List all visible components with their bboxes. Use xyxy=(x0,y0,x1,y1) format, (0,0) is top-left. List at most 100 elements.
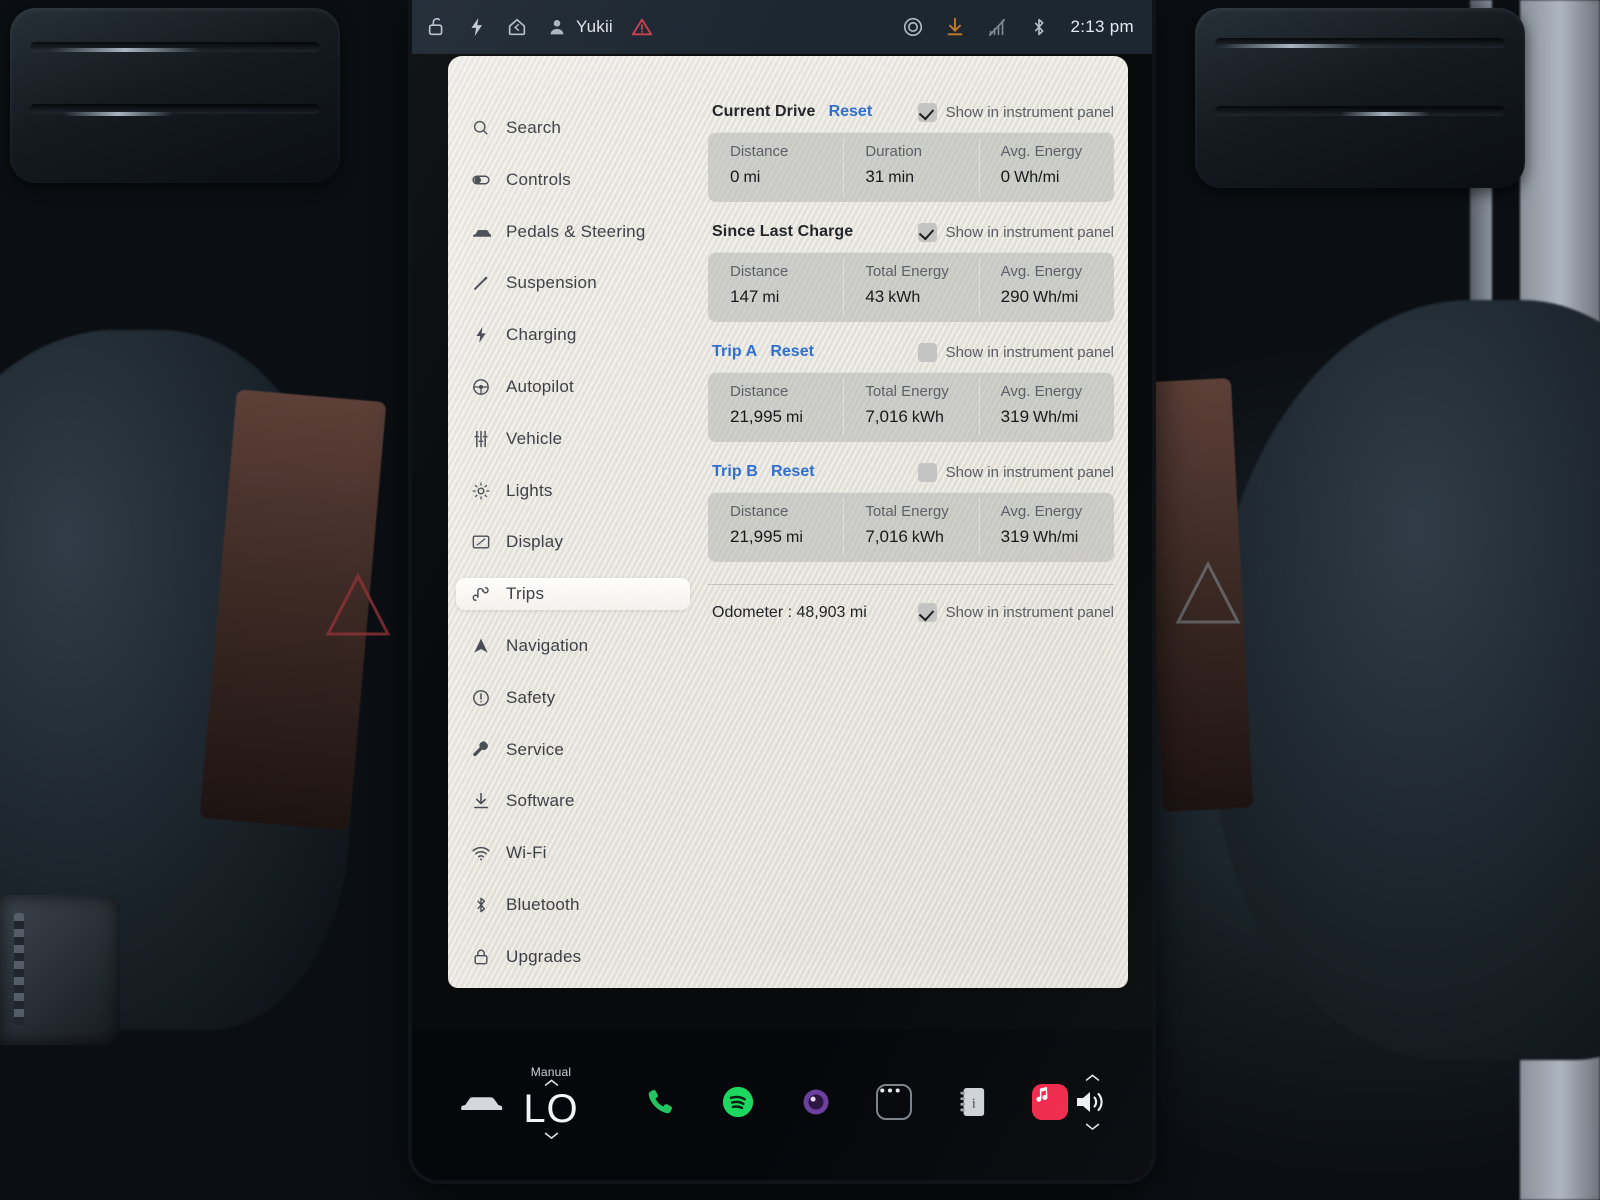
stat-label: Distance xyxy=(730,143,789,160)
reset-button[interactable]: Reset xyxy=(771,463,815,481)
trips-icon xyxy=(470,583,492,605)
more-apps-button[interactable] xyxy=(872,1080,916,1124)
sidebar-item-label: Controls xyxy=(506,169,571,189)
music-app-button[interactable] xyxy=(1028,1080,1072,1124)
stat-unit: Wh/mi xyxy=(1033,289,1079,306)
phone-app-button[interactable] xyxy=(638,1080,682,1124)
warning-triangle-icon[interactable] xyxy=(631,16,653,38)
stat-value: 7,016 kWh xyxy=(865,527,962,547)
car-icon xyxy=(461,1097,503,1110)
sidebar-item-safety[interactable]: Safety xyxy=(456,682,690,714)
stat-unit: kWh xyxy=(888,289,921,306)
sidebar-item-wi-fi[interactable]: Wi-Fi xyxy=(456,837,690,869)
stat-value: 319 Wh/mi xyxy=(1001,407,1098,427)
stat-label: Total Energy xyxy=(865,383,949,400)
sidebar-item-suspension[interactable]: Suspension xyxy=(456,267,690,299)
reset-button[interactable]: Reset xyxy=(829,103,873,121)
dock-bar[interactable]: Manual LO i xyxy=(412,1030,1152,1180)
sidebar-item-pedals-steering[interactable]: Pedals & Steering xyxy=(456,216,690,248)
dashcam-app-button[interactable] xyxy=(794,1080,838,1124)
sidebar-item-bluetooth[interactable]: Bluetooth xyxy=(456,889,690,921)
sidebar-item-navigation[interactable]: Navigation xyxy=(456,630,690,662)
odometer-show-in-panel-toggle[interactable]: Show in instrument panel xyxy=(917,603,1114,622)
stat-cell: Distance 0 mi xyxy=(708,132,843,202)
climate-control-button[interactable]: Manual LO xyxy=(506,1065,596,1140)
sidebar-item-charging[interactable]: Charging xyxy=(456,319,690,351)
sidebar-item-software[interactable]: Software xyxy=(456,785,690,817)
unlock-icon[interactable] xyxy=(426,16,448,38)
stat-unit: kWh xyxy=(911,409,944,426)
stat-value: 0 mi xyxy=(730,167,827,187)
bluetooth-icon[interactable] xyxy=(1028,16,1050,38)
sidebar-item-autopilot[interactable]: Autopilot xyxy=(456,371,690,403)
show-in-instrument-panel-toggle[interactable]: Show in instrument panel xyxy=(917,342,1114,362)
sidebar-item-label: Display xyxy=(506,532,564,552)
sidebar-item-controls[interactable]: Controls xyxy=(456,164,690,196)
stat-number: 319 xyxy=(1000,407,1030,426)
section-title[interactable]: Trip A xyxy=(712,343,757,361)
profile-button[interactable]: Yukii xyxy=(546,16,613,38)
stat-value: 147 mi xyxy=(730,287,827,307)
section-since-last-charge: Since Last Charge Show in instrument pane… xyxy=(708,220,1114,322)
sidebar-item-trips[interactable]: Trips xyxy=(456,578,690,611)
stat-cell: Distance 21,995 mi xyxy=(708,492,843,562)
spotify-icon xyxy=(722,1086,754,1118)
media-card-app-button[interactable]: i xyxy=(950,1080,994,1124)
reset-button[interactable]: Reset xyxy=(770,343,814,361)
show-in-instrument-panel-toggle[interactable]: Show in instrument panel xyxy=(917,102,1114,122)
volume-control[interactable] xyxy=(1072,1073,1112,1131)
volume-down-chevron-icon[interactable] xyxy=(1084,1122,1101,1131)
show-in-instrument-panel-toggle[interactable]: Show in instrument panel xyxy=(917,222,1114,242)
settings-sidebar[interactable]: Search Controls Pedals & Steering Suspensio… xyxy=(448,56,698,988)
bolt-icon[interactable] xyxy=(466,16,488,38)
stat-cell: Total Energy 43 kWh xyxy=(843,252,978,322)
checkbox-icon[interactable] xyxy=(917,102,937,122)
lock-icon xyxy=(470,946,492,968)
chevron-up-icon[interactable] xyxy=(543,1078,560,1087)
section-title[interactable]: Trip B xyxy=(712,463,758,481)
volume-icon[interactable] xyxy=(1072,1087,1112,1117)
tesla-touchscreen[interactable]: Yukii 2:13 pm Search Controls Pedals & S… xyxy=(412,0,1152,1180)
sidebar-item-upgrades[interactable]: Upgrades xyxy=(456,941,690,973)
recording-circle-icon[interactable] xyxy=(902,16,924,38)
chevron-down-icon[interactable] xyxy=(543,1131,560,1140)
checkbox-icon[interactable] xyxy=(917,222,937,242)
cellular-off-icon[interactable] xyxy=(986,16,1008,38)
media-card-icon: i xyxy=(960,1088,985,1116)
stat-number: 0 xyxy=(1000,167,1011,186)
stat-cell: Total Energy 7,016 kWh xyxy=(843,372,978,442)
download-icon[interactable] xyxy=(944,16,966,38)
sidebar-item-lights[interactable]: Lights xyxy=(456,475,690,507)
person-icon xyxy=(550,20,564,35)
sidebar-item-label: Pedals & Steering xyxy=(506,221,646,241)
dashcam-icon xyxy=(803,1089,829,1115)
stat-label: Distance xyxy=(730,503,789,520)
door-sill-left xyxy=(0,895,120,1045)
wifi-icon xyxy=(470,842,492,864)
checkbox-icon[interactable] xyxy=(917,342,937,362)
stat-value: 43 kWh xyxy=(865,287,962,307)
volume-up-chevron-icon[interactable] xyxy=(1084,1073,1101,1082)
stat-label: Avg. Energy xyxy=(1000,143,1083,160)
sidebar-item-vehicle[interactable]: Vehicle xyxy=(456,423,690,455)
stat-unit: mi xyxy=(762,289,780,306)
sidebar-item-label: Search xyxy=(506,118,562,137)
stats-row: Distance 0 mi Duration 31 min Avg. Energy 0 Wh/m… xyxy=(708,132,1114,202)
checkbox-icon[interactable] xyxy=(917,603,937,622)
climate-mode-label: Manual xyxy=(530,1064,572,1079)
sidebar-item-label: Trips xyxy=(506,584,545,604)
stat-cell: Distance 147 mi xyxy=(708,252,843,322)
stat-label: Distance xyxy=(730,383,789,400)
spotify-app-button[interactable] xyxy=(716,1080,760,1124)
checkbox-icon[interactable] xyxy=(917,462,937,482)
home-icon[interactable] xyxy=(506,16,528,38)
sidebar-item-display[interactable]: Display xyxy=(456,526,690,558)
toggle-label: Show in instrument panel xyxy=(945,223,1114,241)
show-in-instrument-panel-toggle[interactable]: Show in instrument panel xyxy=(917,462,1114,482)
car-status-button[interactable] xyxy=(458,1089,506,1115)
sidebar-item-service[interactable]: Service xyxy=(456,734,690,766)
odometer-section: Odometer : 48,903 mi Show in instrument … xyxy=(708,584,1114,622)
settings-panel: Search Controls Pedals & Steering Suspensio… xyxy=(448,56,1128,988)
stat-number: 290 xyxy=(1000,287,1030,306)
sidebar-item-search[interactable]: Search xyxy=(456,112,690,144)
